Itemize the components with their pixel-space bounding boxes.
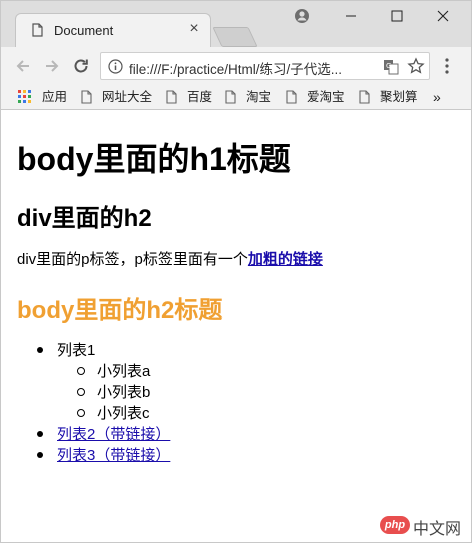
close-window-icon[interactable]	[429, 5, 457, 27]
apps-icon	[18, 90, 31, 103]
page-h1: body里面的h1标题	[17, 141, 291, 177]
paragraph-text: div里面的p标签，p标签里面有一个	[17, 251, 248, 268]
bookmark-baidu[interactable]: 百度	[166, 88, 218, 106]
bullet-icon	[37, 431, 43, 437]
profile-icon[interactable]	[294, 8, 310, 24]
circle-bullet-icon	[77, 388, 85, 396]
page-icon	[359, 90, 370, 104]
bookmark-label: 淘宝	[246, 90, 272, 104]
watermark-text: 中文网	[413, 521, 462, 538]
sub-list-item-text: 小列表b	[97, 384, 151, 401]
bookmark-label: 百度	[187, 90, 213, 104]
bookmark-juhuasuan[interactable]: 聚划算	[359, 88, 423, 106]
tab-title: Document	[54, 23, 114, 38]
bookmark-taobao[interactable]: 淘宝	[225, 88, 277, 106]
php-badge: php	[380, 516, 410, 534]
translate-icon[interactable]: G	[383, 59, 399, 75]
bookmark-label: 应用	[42, 90, 68, 104]
watermark-logo: php 中文网	[380, 514, 466, 538]
list-link-3[interactable]: 列表3（带链接）	[57, 445, 170, 466]
document-icon	[32, 23, 43, 37]
bookmark-label: 聚划算	[380, 90, 418, 104]
list-item-text: 列表1	[57, 342, 96, 359]
browser-window: Document × file:///F:/practice/Html/练习/子…	[0, 0, 472, 543]
new-tab-button[interactable]	[212, 27, 258, 47]
circle-bullet-icon	[77, 367, 85, 375]
page-icon	[166, 90, 177, 104]
bookmark-label: 爱淘宝	[307, 90, 345, 104]
maximize-icon[interactable]	[383, 5, 411, 27]
page-icon	[225, 90, 236, 104]
star-icon[interactable]	[407, 57, 425, 75]
page-icon	[81, 90, 92, 104]
more-bookmarks-icon[interactable]: »	[433, 88, 453, 106]
page-content: body里面的h1标题 div里面的h2 div里面的p标签，p标签里面有一个加…	[1, 110, 471, 542]
tab-close-icon[interactable]: ×	[186, 20, 202, 38]
bookmark-aitaobao[interactable]: 爱淘宝	[286, 88, 350, 106]
bookmark-wangzhi[interactable]: 网址大全	[81, 88, 159, 106]
bookmark-apps[interactable]: 应用	[18, 88, 72, 106]
sub-list-item-text: 小列表a	[97, 363, 151, 380]
circle-bullet-icon	[77, 409, 85, 417]
title-bar: Document ×	[1, 1, 471, 47]
svg-text:G: G	[386, 62, 391, 70]
bullet-icon	[37, 452, 43, 458]
reload-icon[interactable]	[71, 56, 91, 76]
url-text[interactable]: file:///F:/practice/Html/练习/子代选...	[129, 58, 379, 78]
page-icon	[286, 90, 297, 104]
bold-link[interactable]: 加粗的链接	[248, 251, 323, 268]
bullet-icon	[37, 347, 43, 353]
back-icon[interactable]	[13, 56, 33, 76]
toolbar: file:///F:/practice/Html/练习/子代选... G	[1, 47, 471, 85]
body-h2: body里面的h2标题	[17, 297, 223, 324]
address-bar[interactable]: file:///F:/practice/Html/练习/子代选... G	[100, 52, 430, 80]
menu-icon[interactable]	[441, 55, 453, 77]
sub-list-item-text: 小列表c	[97, 405, 150, 422]
forward-icon[interactable]	[42, 56, 62, 76]
list-link-2[interactable]: 列表2（带链接）	[57, 424, 170, 445]
minimize-icon[interactable]	[337, 5, 365, 27]
div-paragraph: div里面的p标签，p标签里面有一个加粗的链接	[17, 248, 323, 269]
info-icon[interactable]	[108, 59, 123, 74]
bookmark-label: 网址大全	[102, 90, 153, 104]
bookmarks-bar: 应用 网址大全 百度 淘宝 爱淘宝 聚划算 »	[1, 85, 471, 110]
tab-document[interactable]: Document ×	[15, 13, 211, 47]
div-h2: div里面的h2	[17, 205, 152, 232]
